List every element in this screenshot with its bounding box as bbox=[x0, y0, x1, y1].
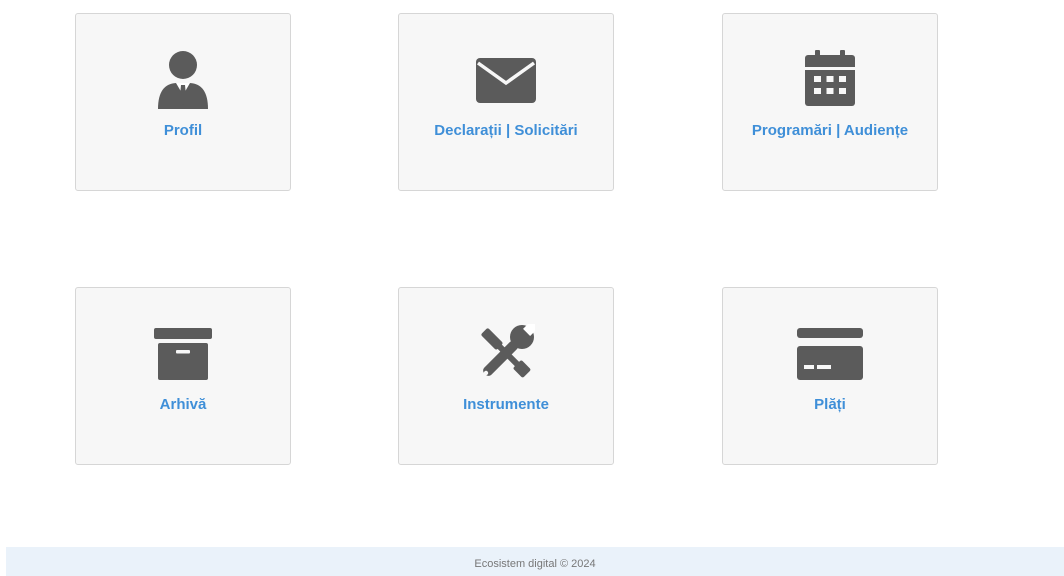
tile-label: Profil bbox=[163, 122, 203, 139]
tile-label: Arhivă bbox=[159, 396, 207, 413]
tile-label: Plăți bbox=[814, 396, 846, 413]
tile-programari-audiente[interactable]: Programări | Audiențe bbox=[722, 13, 938, 191]
tile-profil[interactable]: Profil bbox=[75, 13, 291, 191]
footer-copyright: Ecosistem digital © 2024 bbox=[474, 558, 596, 570]
user-suit-icon bbox=[158, 51, 208, 109]
tile-label: Programări | Audiențe bbox=[751, 122, 909, 139]
credit-card-icon bbox=[797, 328, 863, 380]
tile-label: Instrumente bbox=[463, 396, 549, 413]
tile-arhiva[interactable]: Arhivă bbox=[75, 287, 291, 465]
envelope-icon bbox=[476, 58, 536, 103]
archive-box-icon bbox=[154, 328, 212, 380]
calendar-icon bbox=[805, 50, 855, 106]
tile-plati[interactable]: Plăți bbox=[722, 287, 938, 465]
footer: Ecosistem digital © 2024 bbox=[6, 547, 1064, 576]
dashboard: Profil Declarații | Solicitări Programăr… bbox=[0, 0, 1064, 576]
tile-label: Declarații | Solicitări bbox=[434, 122, 578, 139]
tile-instrumente[interactable]: Instrumente bbox=[398, 287, 614, 465]
tile-declaratii-solicitari[interactable]: Declarații | Solicitări bbox=[398, 13, 614, 191]
tools-icon bbox=[481, 324, 535, 378]
